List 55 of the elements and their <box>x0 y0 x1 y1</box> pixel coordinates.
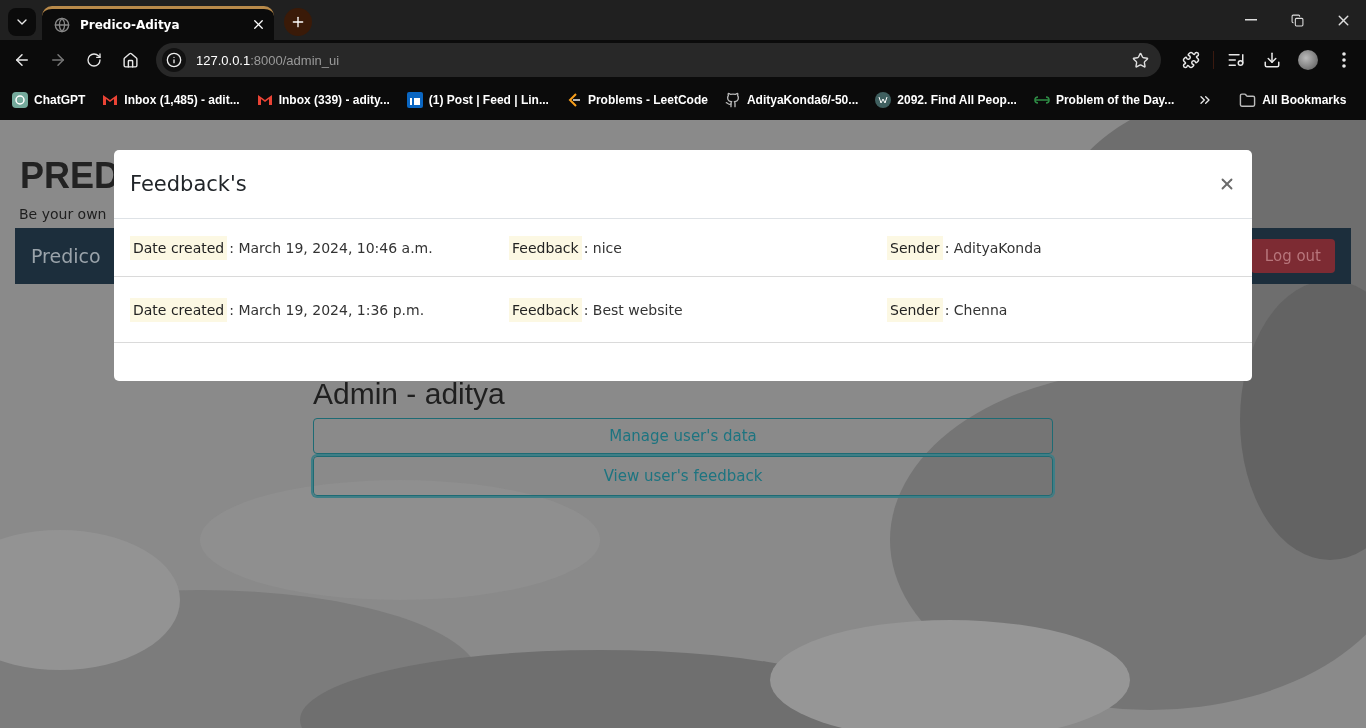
field-value: : March 19, 2024, 10:46 a.m. <box>228 239 433 256</box>
address-bar[interactable]: 127.0.0.1:8000/admin_ui <box>156 43 1161 77</box>
globe-icon <box>54 16 70 33</box>
download-icon <box>1263 51 1281 69</box>
field-value: : Chenna <box>943 301 1008 318</box>
mail-icon <box>256 92 273 108</box>
network-logo-icon <box>406 92 423 108</box>
new-tab-button[interactable] <box>284 8 312 36</box>
field-label: Sender <box>887 235 943 260</box>
url-text: 127.0.0.1:8000/admin_ui <box>196 52 341 68</box>
bookmark-item[interactable]: AdityaKonda6/-50... <box>724 92 867 108</box>
field-label: Sender <box>887 297 943 322</box>
mail-icon <box>102 92 119 108</box>
field-label: Feedback <box>509 297 582 322</box>
letter-logo-icon <box>875 92 892 108</box>
chat-logo-icon <box>12 92 28 108</box>
field-value: : Best website <box>582 301 683 318</box>
puzzle-icon <box>1182 51 1200 69</box>
field-label: Date created <box>130 235 228 260</box>
all-bookmarks-button[interactable]: All Bookmarks <box>1239 91 1355 109</box>
reload-icon <box>86 52 102 68</box>
bookmark-item[interactable]: 2092. Find All Peop... <box>875 92 1025 108</box>
close-icon[interactable] <box>251 17 266 32</box>
navbar-brand[interactable]: Predico <box>31 245 101 267</box>
admin-heading: Admin - aditya <box>313 376 506 412</box>
bookmark-item[interactable]: Problem of the Day... <box>1033 92 1183 108</box>
field-value: : nice <box>582 239 622 256</box>
bookmark-item[interactable]: Inbox (339) - adity... <box>256 92 398 108</box>
bookmark-item[interactable]: Inbox (1,485) - adit... <box>102 92 248 108</box>
star-icon[interactable] <box>1132 51 1149 69</box>
site-info-button[interactable] <box>162 48 186 72</box>
playlist-icon <box>1227 51 1245 69</box>
site-title: PRED <box>20 154 121 198</box>
bookmark-item[interactable]: ChatGPT <box>12 92 94 108</box>
forward-arrow-icon <box>49 51 67 69</box>
minimize-icon <box>1245 19 1257 21</box>
tagline: Be your own <box>19 206 108 222</box>
bookmark-item[interactable]: (1) Post | Feed | Lin... <box>406 92 557 108</box>
bookmark-item[interactable]: Problems - LeetCode <box>565 92 716 108</box>
avatar <box>1298 50 1318 70</box>
restore-icon <box>1290 13 1304 27</box>
folder-icon <box>1239 91 1257 109</box>
tab-title: Predico-Aditya <box>80 17 181 32</box>
field-label: Date created <box>130 297 228 322</box>
info-icon <box>166 52 182 68</box>
field-value: : March 19, 2024, 1:36 p.m. <box>228 301 425 318</box>
more-icon <box>1342 52 1346 68</box>
browser-tab[interactable]: Predico-Aditya <box>42 6 274 40</box>
home-icon <box>121 51 139 69</box>
field-label: Feedback <box>509 235 582 260</box>
field-value: : AdityaKonda <box>943 239 1042 256</box>
tab-search-button[interactable] <box>8 8 36 36</box>
dialog-title: Feedback's <box>130 172 247 196</box>
plus-icon <box>290 14 306 30</box>
octocat-icon <box>724 92 741 108</box>
